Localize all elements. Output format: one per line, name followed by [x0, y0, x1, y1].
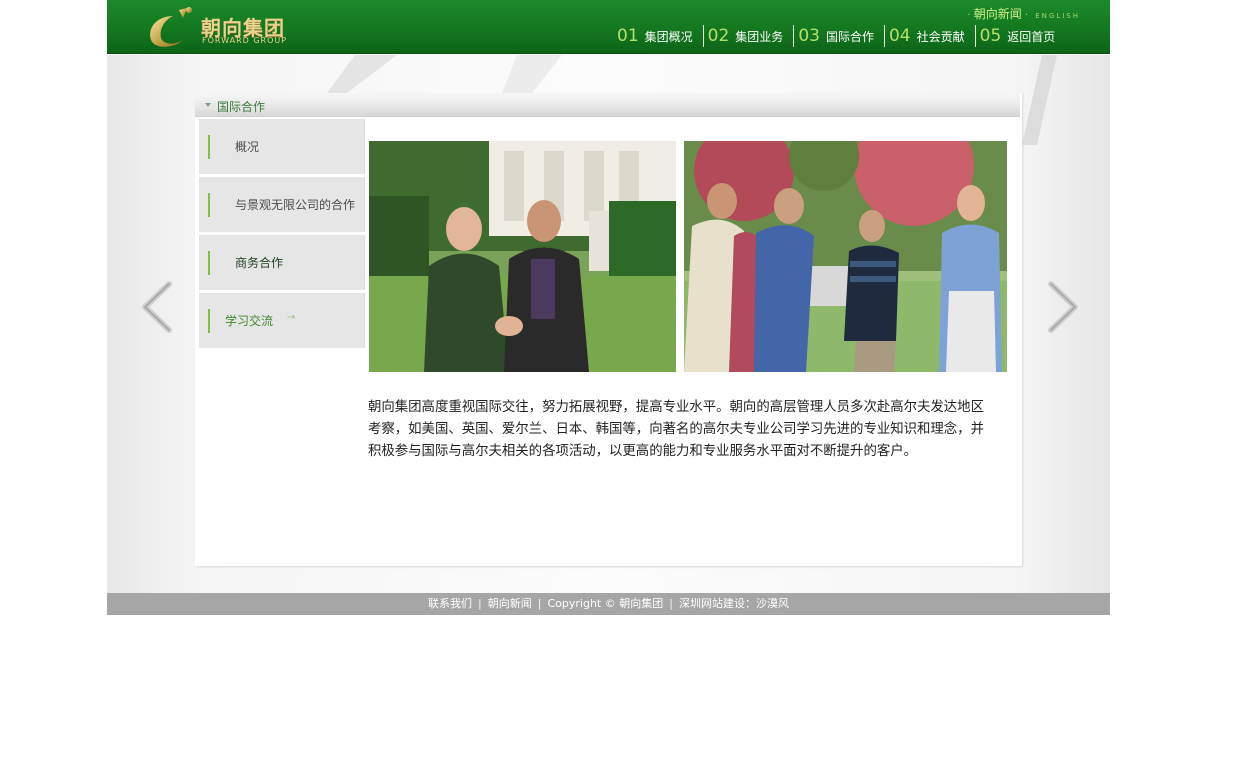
panel-title: 国际合作 — [217, 100, 266, 114]
side-item-overview[interactable]: 概况 — [199, 119, 365, 174]
logo-mark-icon — [150, 7, 192, 47]
footer-news-link[interactable]: 朝向新闻 — [488, 597, 532, 610]
logo-text-en: FORWARD GROUP — [202, 36, 288, 45]
chevron-right-icon[interactable] — [1045, 280, 1081, 334]
side-item-accent-bar — [208, 309, 210, 333]
logo[interactable]: 朝向集团 FORWARD GROUP — [143, 4, 293, 48]
arrow-right-icon: → — [287, 312, 296, 323]
nav-item-overview[interactable]: 01 集团概况 — [613, 25, 704, 47]
chevron-left-icon[interactable] — [139, 280, 175, 334]
triangle-down-icon — [205, 103, 211, 107]
side-menu: 概况 与景观无限公司的合作 商务合作 学习交流 → — [199, 119, 365, 351]
nav-number: 05 — [979, 26, 1002, 46]
top-links: · 朝向新闻 · ENGLISH — [964, 5, 1080, 22]
footer-separator: | — [537, 597, 542, 610]
side-item-label: 与景观无限公司的合作 — [235, 198, 356, 212]
nav-item-social[interactable]: 04 社会贡献 — [885, 25, 976, 47]
nav-item-international[interactable]: 03 国际合作 — [794, 25, 885, 47]
content-panel: 国际合作 概况 与景观无限公司的合作 商务合作 学习交流 → 朝向集团高度重视国… — [195, 93, 1022, 566]
main-nav: 01 集团概况 02 集团业务 03 国际合作 04 社会贡献 05 返回首页 — [613, 25, 1065, 47]
nav-label: 社会贡献 — [916, 29, 965, 44]
nav-number: 02 — [707, 26, 730, 46]
footer-separator: | — [478, 597, 482, 610]
photo-group — [684, 141, 1007, 372]
nav-label: 集团业务 — [735, 29, 784, 44]
nav-number: 01 — [617, 26, 639, 46]
header: 朝向集团 FORWARD GROUP · 朝向新闻 · ENGLISH 01 集团概况… — [107, 0, 1110, 54]
news-link[interactable]: 朝向新闻 — [974, 7, 1022, 21]
english-link[interactable]: ENGLISH — [1035, 12, 1080, 20]
nav-item-home[interactable]: 05 返回首页 — [976, 25, 1066, 47]
nav-number: 04 — [888, 26, 911, 46]
footer-builder-link[interactable]: 深圳网站建设：沙漠风 — [679, 597, 789, 610]
side-item-label: 学习交流 — [225, 314, 274, 328]
nav-number: 03 — [798, 26, 820, 46]
site-container: 朝向集团 FORWARD GROUP · 朝向新闻 · ENGLISH 01 集团概况… — [107, 0, 1110, 615]
footer-contact-link[interactable]: 联系我们 — [428, 597, 472, 610]
nav-label: 集团概况 — [644, 29, 693, 44]
side-item-learning-exchange[interactable]: 学习交流 → — [199, 293, 365, 348]
side-item-label: 商务合作 — [235, 256, 284, 270]
side-item-label: 概况 — [235, 140, 260, 154]
side-item-accent-bar — [208, 251, 210, 275]
footer: 联系我们 | 朝向新闻 | Copyright © 朝向集团 | 深圳网站建设：沙漠风 — [107, 593, 1110, 615]
nav-label: 国际合作 — [825, 29, 874, 44]
footer-copyright: Copyright © 朝向集团 — [547, 597, 664, 610]
footer-separator: | — [669, 597, 673, 610]
side-item-landscape-cooperation[interactable]: 与景观无限公司的合作 — [199, 177, 365, 232]
photo-handshake — [369, 141, 676, 372]
side-item-accent-bar — [208, 193, 210, 217]
description-text: 朝向集团高度重视国际交往，努力拓展视野，提高专业水平。朝向的高层管理人员多次赴高… — [368, 400, 984, 459]
nav-label: 返回首页 — [1007, 29, 1056, 44]
panel-title-bar: 国际合作 — [195, 93, 1020, 117]
bullet-dot: · — [967, 8, 971, 21]
side-item-business-cooperation[interactable]: 商务合作 — [199, 235, 365, 290]
side-item-accent-bar — [208, 135, 210, 159]
nav-item-business[interactable]: 02 集团业务 — [704, 25, 795, 47]
bullet-dot: · — [1024, 8, 1029, 21]
